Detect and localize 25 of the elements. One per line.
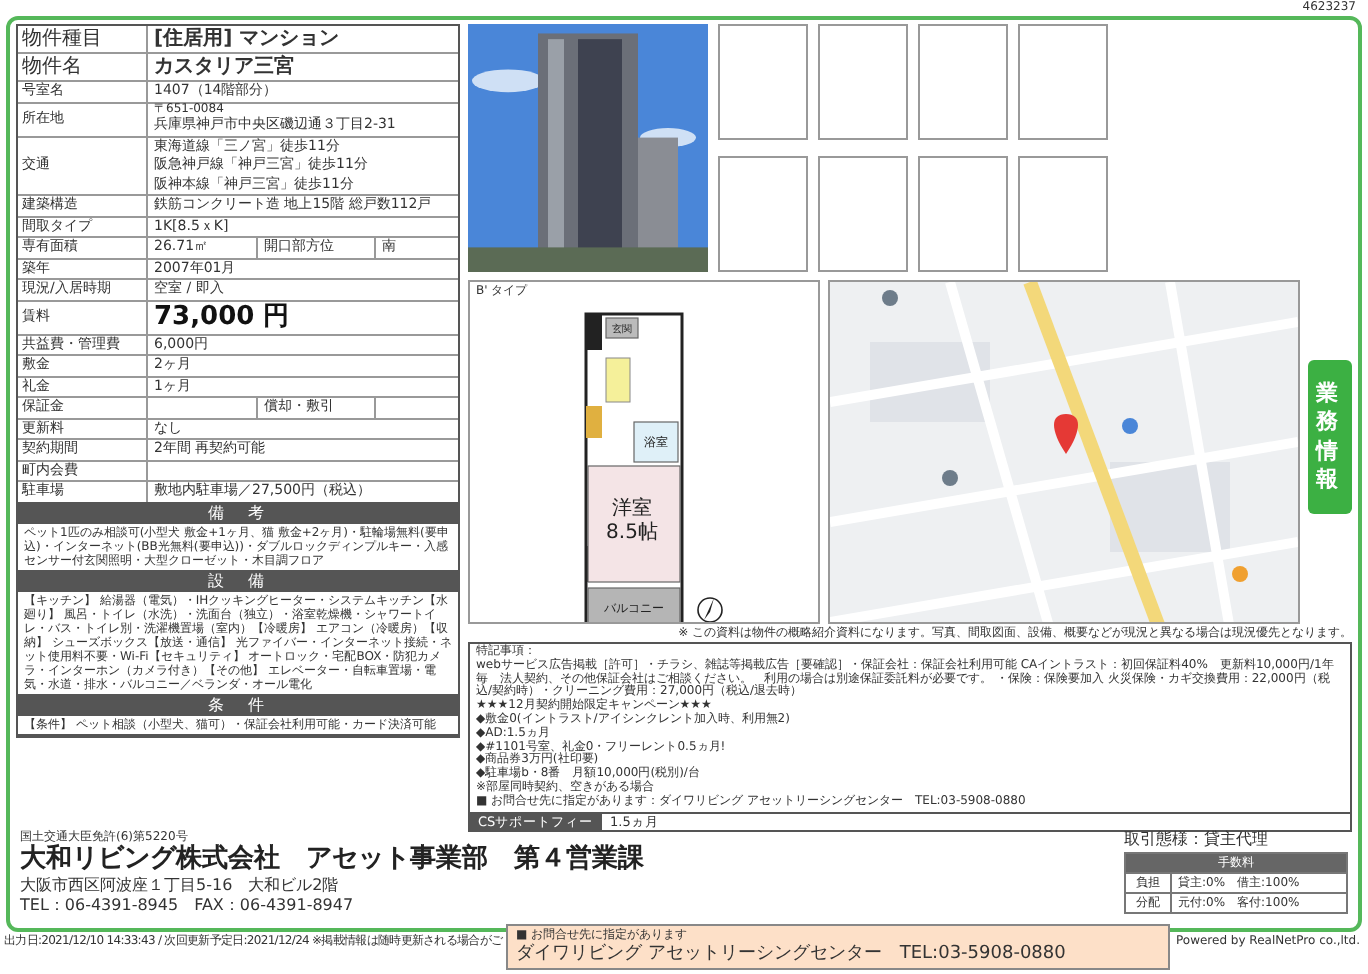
- room-label: 洋室: [612, 498, 652, 520]
- photo-slot: [1018, 156, 1108, 272]
- section-header: 条 件: [18, 695, 458, 715]
- photo-slot: [818, 24, 908, 140]
- compass-icon: [697, 597, 723, 622]
- company-name: 大和リビング株式会社 アセット事業部 第４営業課: [20, 844, 644, 876]
- row-label: 物件名: [18, 54, 148, 80]
- inquiry-contact: ダイワリビング アセットリーシングセンター TEL:03-5908-0880: [516, 942, 1068, 966]
- photo-slot: [718, 156, 808, 272]
- section-header: 備 考: [18, 503, 458, 523]
- side-tab[interactable]: 業務情報: [1308, 360, 1352, 515]
- photo-slot: [818, 156, 908, 272]
- photo-slot: [1018, 24, 1108, 140]
- row-label: 物件種目: [18, 26, 148, 52]
- photo-slot: [918, 156, 1008, 272]
- row-value: 73,000 円: [154, 301, 292, 333]
- row-value: [住居用] マンション: [154, 26, 342, 52]
- photo-slot: [918, 24, 1008, 140]
- company-phone: TEL：06-4391-8945 FAX：06-4391-8947: [20, 895, 356, 914]
- company-address: 大阪市西区阿波座１丁目5-16 大和ビル2階: [20, 876, 341, 895]
- deal-type: 取引態様：貸主代理: [1124, 830, 1270, 850]
- row-value: カスタリア三宮: [154, 54, 296, 80]
- room-size: 8.5帖: [606, 522, 658, 544]
- photo-slot: [718, 24, 808, 140]
- section-header: 設 備: [18, 571, 458, 591]
